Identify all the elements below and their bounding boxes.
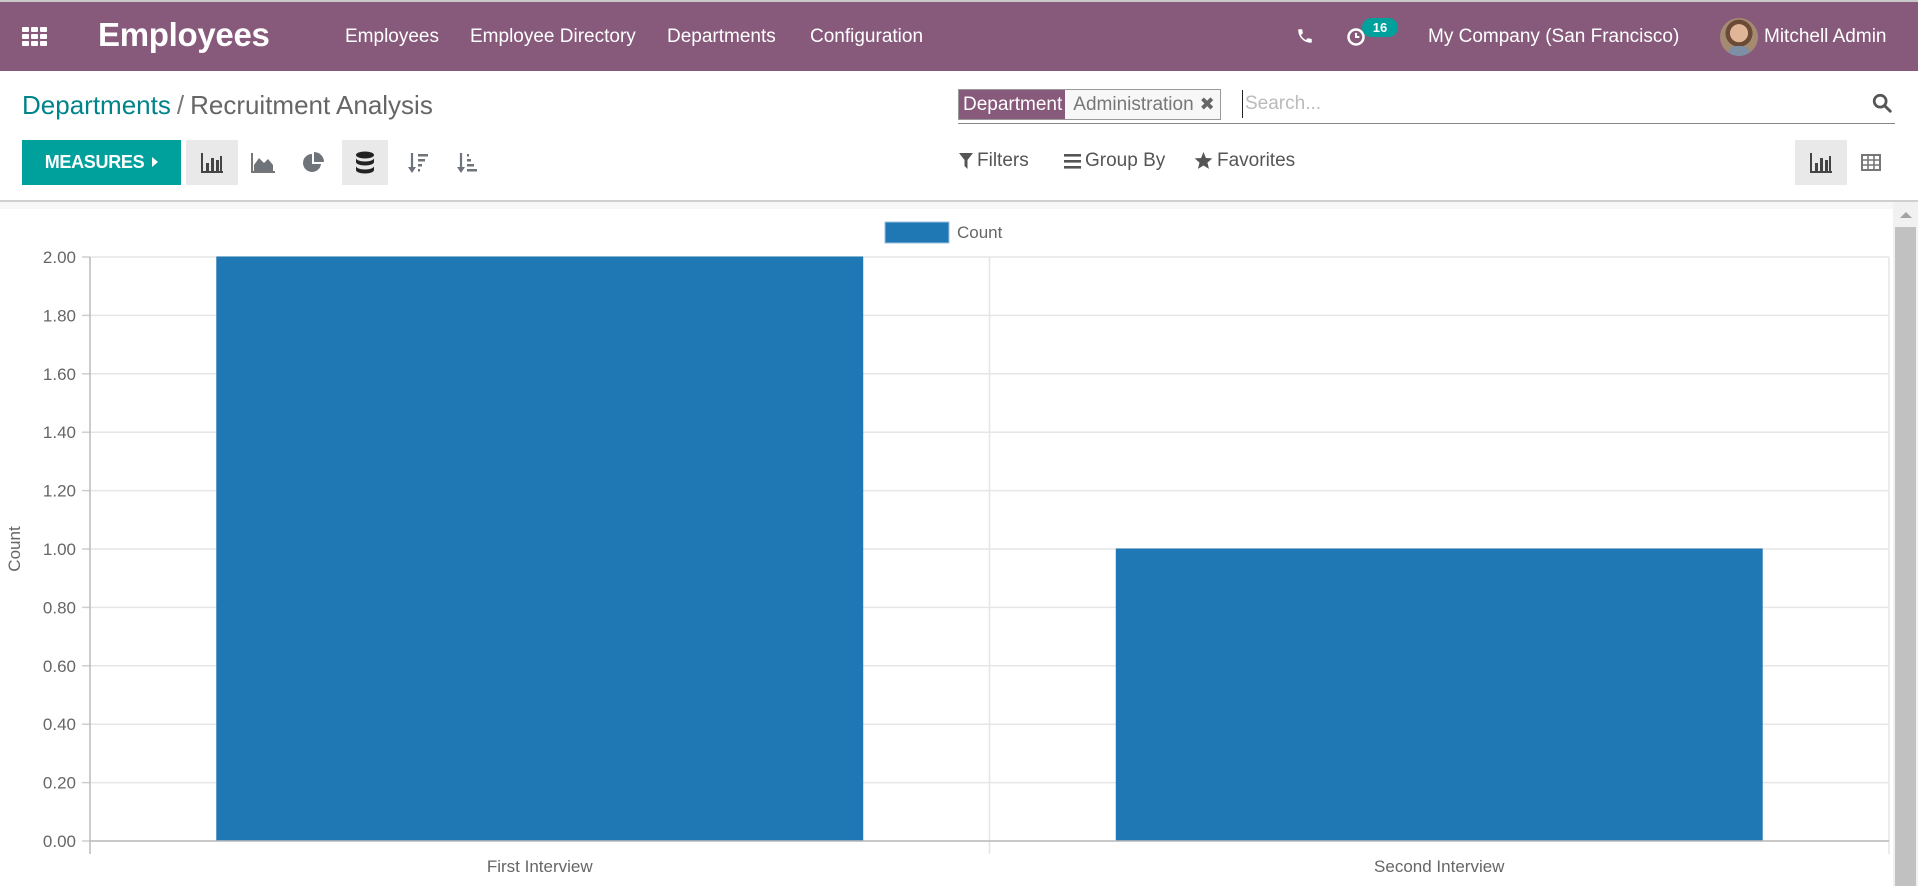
filter-icon [959, 153, 973, 169]
favorites-dropdown[interactable]: Favorites [1194, 150, 1295, 172]
bar-chart-icon [1810, 152, 1832, 173]
search-input[interactable] [1242, 90, 1842, 118]
menu-employees[interactable]: Employees [345, 26, 439, 48]
sort-descending-icon [408, 152, 428, 173]
menu-departments[interactable]: Departments [667, 26, 776, 48]
y-tick-label: 2.00 [43, 248, 76, 267]
sort-ascending-icon [457, 152, 477, 173]
y-tick-label: 0.20 [43, 774, 76, 793]
bar-first-interview [216, 256, 864, 842]
user-menu[interactable]: Mitchell Admin [1764, 26, 1887, 48]
stacked-button[interactable] [342, 140, 388, 185]
y-tick-label: 1.40 [43, 423, 76, 442]
y-tick-label: 0.60 [43, 657, 76, 676]
top-navbar: Employees Employees Employee Directory D… [0, 2, 1918, 71]
favorites-label: Favorites [1217, 150, 1296, 171]
y-axis-title: Count [5, 526, 24, 572]
area-chart-icon [251, 152, 275, 173]
pie-chart-button[interactable] [290, 140, 336, 185]
activity-count-badge: 16 [1362, 18, 1398, 37]
sort-descending-button[interactable] [396, 140, 440, 185]
line-chart-button[interactable] [240, 140, 286, 185]
app-title[interactable]: Employees [98, 16, 270, 54]
bar-second-interview [1115, 548, 1763, 842]
bar-chart: 0.00 0.20 0.40 0.60 0.80 1.00 1.20 1.40 1.60 1.80… [5, 221, 1890, 876]
content-top-strip [0, 202, 1895, 209]
search-icon[interactable] [1871, 92, 1893, 114]
list-icon [1064, 153, 1081, 169]
scroll-up-arrow-icon[interactable] [1893, 202, 1918, 227]
legend-label: Count [957, 223, 1003, 242]
x-tick-label: First Interview [487, 857, 594, 876]
facet-label: Department [959, 90, 1066, 119]
y-tick-label: 0.40 [43, 715, 76, 734]
breadcrumb: Departments / Recruitment Analysis [22, 90, 433, 121]
graph-view-button[interactable] [1795, 140, 1847, 185]
bar-chart-icon [201, 152, 223, 173]
breadcrumb-departments[interactable]: Departments [22, 90, 171, 120]
group-by-label: Group By [1085, 150, 1166, 171]
y-tick-label: 1.20 [43, 482, 76, 501]
y-tick-label: 0.00 [43, 832, 76, 851]
filters-dropdown[interactable]: Filters [959, 150, 1029, 172]
y-tick-label: 1.60 [43, 365, 76, 384]
pivot-view-button[interactable] [1852, 140, 1890, 185]
scrollbar-thumb[interactable] [1895, 227, 1916, 886]
measures-label: MEASURES [44, 152, 145, 172]
menu-configuration[interactable]: Configuration [810, 26, 923, 48]
database-icon [356, 151, 374, 173]
search-bar: Department Administration ✖ [958, 86, 1895, 124]
measures-button[interactable]: MEASURES [22, 140, 181, 185]
star-icon [1194, 152, 1213, 169]
bar-chart-button[interactable] [186, 140, 238, 185]
group-by-dropdown[interactable]: Group By [1064, 150, 1165, 172]
avatar[interactable] [1720, 18, 1758, 56]
y-tick-label: 0.80 [43, 598, 76, 617]
legend-swatch [884, 221, 950, 244]
pie-chart-icon [303, 151, 324, 172]
breadcrumb-current: Recruitment Analysis [190, 90, 433, 120]
close-icon[interactable]: ✖ [1198, 90, 1220, 119]
company-switcher[interactable]: My Company (San Francisco) [1428, 26, 1679, 48]
facet-value: Administration [1073, 94, 1194, 115]
filters-label: Filters [977, 150, 1029, 171]
y-tick-label: 1.00 [43, 540, 76, 559]
search-facet-department: Department Administration ✖ [958, 89, 1221, 120]
caret-right-icon [152, 157, 159, 167]
table-grid-icon [1861, 154, 1881, 171]
breadcrumb-separator: / [176, 90, 185, 120]
apps-grid-icon[interactable] [22, 27, 48, 47]
sort-ascending-button[interactable] [445, 140, 489, 185]
phone-icon[interactable] [1296, 27, 1314, 45]
menu-employee-directory[interactable]: Employee Directory [470, 26, 636, 48]
x-tick-label: Second Interview [1374, 857, 1505, 876]
y-tick-label: 1.80 [43, 306, 76, 325]
